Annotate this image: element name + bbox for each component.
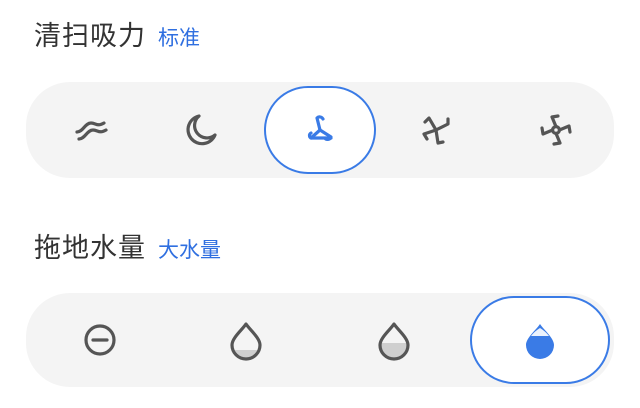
- standard-fan-icon: [307, 115, 333, 141]
- water-high-icon: [526, 324, 554, 359]
- water-option-low[interactable]: [208, 302, 284, 378]
- suction-power-title: 清扫吸力: [34, 21, 146, 52]
- suction-option-standard[interactable]: [264, 86, 376, 174]
- water-off-icon: [84, 324, 116, 356]
- suction-option-night[interactable]: [164, 92, 240, 168]
- water-option-off[interactable]: [62, 302, 138, 378]
- suction-option-max[interactable]: [518, 92, 594, 168]
- suction-option-quiet[interactable]: [54, 92, 130, 168]
- suction-power-current-value: 标准: [158, 26, 200, 50]
- suction-power-header: 清扫吸力 标准: [34, 14, 200, 53]
- quiet-mode-icon: [75, 121, 108, 141]
- suction-power-selector: [26, 82, 614, 178]
- water-option-medium[interactable]: [356, 302, 432, 378]
- water-medium-icon: [378, 322, 410, 361]
- suction-option-strong[interactable]: [398, 92, 474, 168]
- mop-water-title: 拖地水量: [34, 233, 146, 264]
- night-mode-icon: [186, 114, 217, 146]
- strong-fan-icon: [422, 116, 450, 145]
- max-fan-icon: [540, 114, 572, 146]
- water-option-high[interactable]: [470, 296, 610, 384]
- mop-water-current-value: 大水量: [158, 238, 221, 262]
- mop-water-header: 拖地水量 大水量: [34, 226, 221, 265]
- mop-water-selector: [26, 293, 614, 387]
- water-low-icon: [230, 322, 262, 361]
